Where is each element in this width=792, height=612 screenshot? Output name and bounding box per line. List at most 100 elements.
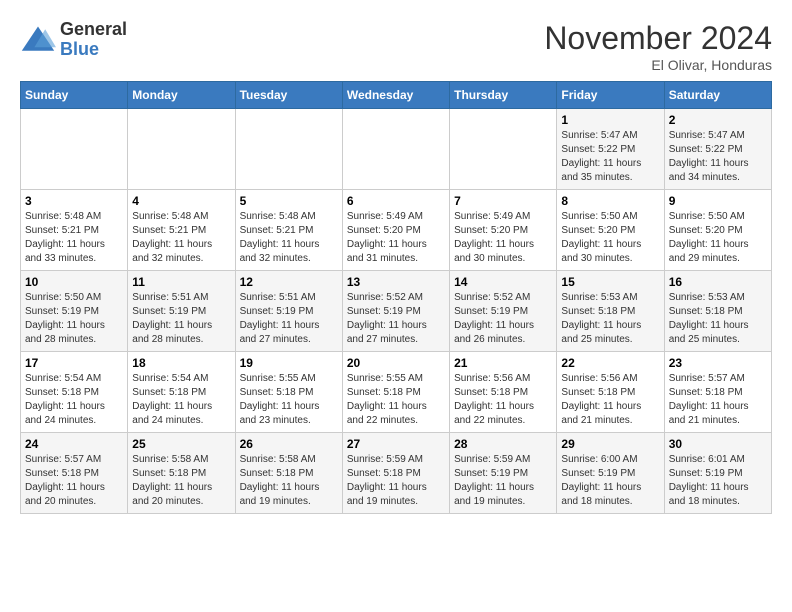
day-info: Sunrise: 5:50 AM Sunset: 5:19 PM Dayligh…: [25, 291, 123, 347]
day-number: 21: [454, 356, 552, 370]
day-info: Sunrise: 6:00 AM Sunset: 5:19 PM Dayligh…: [561, 453, 659, 509]
calendar-week-5: 24 Sunrise: 5:57 AM Sunset: 5:18 PM Dayli…: [21, 433, 772, 514]
day-info: Sunrise: 5:53 AM Sunset: 5:18 PM Dayligh…: [669, 291, 767, 347]
calendar-body: 1 Sunrise: 5:47 AM Sunset: 5:22 PM Daylig…: [21, 109, 772, 514]
calendar-cell: 11Sunrise: 5:51 AM Sunset: 5:19 PM Dayli…: [128, 271, 235, 352]
calendar-cell: [235, 109, 342, 190]
calendar-cell: 4 Sunrise: 5:48 AM Sunset: 5:21 PM Daylig…: [128, 190, 235, 271]
day-number: 24: [25, 437, 123, 451]
day-number: 12: [240, 275, 338, 289]
calendar-cell: 23 Sunrise: 5:57 AM Sunset: 5:18 PM Dayli…: [664, 352, 771, 433]
weekday-header-tuesday: Tuesday: [235, 82, 342, 109]
day-info: Sunrise: 5:50 AM Sunset: 5:20 PM Dayligh…: [669, 210, 767, 266]
day-number: 16: [669, 275, 767, 289]
month-title: November 2024: [544, 20, 772, 57]
day-info: Sunrise: 5:51 AM Sunset: 5:19 PM Dayligh…: [132, 291, 230, 347]
weekday-header-saturday: Saturday: [664, 82, 771, 109]
day-number: 10: [25, 275, 123, 289]
calendar-cell: 24 Sunrise: 5:57 AM Sunset: 5:18 PM Dayli…: [21, 433, 128, 514]
day-number: 17: [25, 356, 123, 370]
page-header: General Blue November 2024 El Olivar, Ho…: [20, 20, 772, 73]
day-number: 19: [240, 356, 338, 370]
day-info: Sunrise: 5:47 AM Sunset: 5:22 PM Dayligh…: [669, 129, 767, 185]
title-block: November 2024 El Olivar, Honduras: [544, 20, 772, 73]
calendar-cell: 26Sunrise: 5:58 AM Sunset: 5:18 PM Dayli…: [235, 433, 342, 514]
day-info: Sunrise: 5:57 AM Sunset: 5:18 PM Dayligh…: [669, 372, 767, 428]
day-number: 8: [561, 194, 659, 208]
day-info: Sunrise: 5:49 AM Sunset: 5:20 PM Dayligh…: [347, 210, 445, 266]
logo: General Blue: [20, 20, 127, 60]
calendar-cell: 27 Sunrise: 5:59 AM Sunset: 5:18 PM Dayli…: [342, 433, 449, 514]
location-subtitle: El Olivar, Honduras: [544, 57, 772, 73]
calendar-cell: 1 Sunrise: 5:47 AM Sunset: 5:22 PM Daylig…: [557, 109, 664, 190]
calendar-cell: 9 Sunrise: 5:50 AM Sunset: 5:20 PM Daylig…: [664, 190, 771, 271]
calendar-cell: 15 Sunrise: 5:53 AM Sunset: 5:18 PM Dayli…: [557, 271, 664, 352]
day-number: 4: [132, 194, 230, 208]
day-number: 7: [454, 194, 552, 208]
calendar-week-3: 10 Sunrise: 5:50 AM Sunset: 5:19 PM Dayli…: [21, 271, 772, 352]
calendar-cell: 10 Sunrise: 5:50 AM Sunset: 5:19 PM Dayli…: [21, 271, 128, 352]
day-number: 28: [454, 437, 552, 451]
day-info: Sunrise: 5:53 AM Sunset: 5:18 PM Dayligh…: [561, 291, 659, 347]
day-info: Sunrise: 5:54 AM Sunset: 5:18 PM Dayligh…: [132, 372, 230, 428]
day-number: 22: [561, 356, 659, 370]
logo-icon: [20, 22, 56, 58]
day-info: Sunrise: 5:55 AM Sunset: 5:18 PM Dayligh…: [240, 372, 338, 428]
calendar-cell: 25 Sunrise: 5:58 AM Sunset: 5:18 PM Dayli…: [128, 433, 235, 514]
calendar-week-4: 17 Sunrise: 5:54 AM Sunset: 5:18 PM Dayli…: [21, 352, 772, 433]
day-number: 15: [561, 275, 659, 289]
logo-general: General: [60, 20, 127, 40]
weekday-header-sunday: Sunday: [21, 82, 128, 109]
weekday-header-thursday: Thursday: [450, 82, 557, 109]
calendar-cell: 28Sunrise: 5:59 AM Sunset: 5:19 PM Dayli…: [450, 433, 557, 514]
day-number: 1: [561, 113, 659, 127]
day-number: 26: [240, 437, 338, 451]
weekday-header-wednesday: Wednesday: [342, 82, 449, 109]
calendar-cell: 8 Sunrise: 5:50 AM Sunset: 5:20 PM Daylig…: [557, 190, 664, 271]
calendar-cell: 22Sunrise: 5:56 AM Sunset: 5:18 PM Dayli…: [557, 352, 664, 433]
day-number: 25: [132, 437, 230, 451]
day-info: Sunrise: 5:57 AM Sunset: 5:18 PM Dayligh…: [25, 453, 123, 509]
calendar-cell: 16 Sunrise: 5:53 AM Sunset: 5:18 PM Dayli…: [664, 271, 771, 352]
calendar-cell: 21Sunrise: 5:56 AM Sunset: 5:18 PM Dayli…: [450, 352, 557, 433]
calendar-cell: [21, 109, 128, 190]
calendar-cell: 2 Sunrise: 5:47 AM Sunset: 5:22 PM Daylig…: [664, 109, 771, 190]
weekday-header-friday: Friday: [557, 82, 664, 109]
weekday-header-row: SundayMondayTuesdayWednesdayThursdayFrid…: [21, 82, 772, 109]
day-number: 30: [669, 437, 767, 451]
day-number: 14: [454, 275, 552, 289]
day-number: 9: [669, 194, 767, 208]
calendar-cell: 12 Sunrise: 5:51 AM Sunset: 5:19 PM Dayli…: [235, 271, 342, 352]
logo-text: General Blue: [60, 20, 127, 60]
calendar-cell: 30Sunrise: 6:01 AM Sunset: 5:19 PM Dayli…: [664, 433, 771, 514]
calendar-week-2: 3Sunrise: 5:48 AM Sunset: 5:21 PM Daylig…: [21, 190, 772, 271]
calendar-cell: 7 Sunrise: 5:49 AM Sunset: 5:20 PM Daylig…: [450, 190, 557, 271]
calendar-cell: [450, 109, 557, 190]
day-number: 23: [669, 356, 767, 370]
day-info: Sunrise: 5:52 AM Sunset: 5:19 PM Dayligh…: [454, 291, 552, 347]
day-number: 2: [669, 113, 767, 127]
day-info: Sunrise: 5:48 AM Sunset: 5:21 PM Dayligh…: [240, 210, 338, 266]
calendar-cell: 6 Sunrise: 5:49 AM Sunset: 5:20 PM Daylig…: [342, 190, 449, 271]
day-info: Sunrise: 5:51 AM Sunset: 5:19 PM Dayligh…: [240, 291, 338, 347]
day-info: Sunrise: 5:50 AM Sunset: 5:20 PM Dayligh…: [561, 210, 659, 266]
calendar-header: SundayMondayTuesdayWednesdayThursdayFrid…: [21, 82, 772, 109]
calendar-cell: 17Sunrise: 5:54 AM Sunset: 5:18 PM Dayli…: [21, 352, 128, 433]
day-number: 6: [347, 194, 445, 208]
day-info: Sunrise: 5:58 AM Sunset: 5:18 PM Dayligh…: [132, 453, 230, 509]
calendar-cell: 14 Sunrise: 5:52 AM Sunset: 5:19 PM Dayli…: [450, 271, 557, 352]
day-info: Sunrise: 5:55 AM Sunset: 5:18 PM Dayligh…: [347, 372, 445, 428]
day-info: Sunrise: 5:59 AM Sunset: 5:18 PM Dayligh…: [347, 453, 445, 509]
logo-blue: Blue: [60, 40, 127, 60]
calendar-cell: 19 Sunrise: 5:55 AM Sunset: 5:18 PM Dayli…: [235, 352, 342, 433]
calendar-cell: 5 Sunrise: 5:48 AM Sunset: 5:21 PM Daylig…: [235, 190, 342, 271]
day-number: 20: [347, 356, 445, 370]
day-info: Sunrise: 5:48 AM Sunset: 5:21 PM Dayligh…: [132, 210, 230, 266]
day-number: 27: [347, 437, 445, 451]
calendar-cell: 13Sunrise: 5:52 AM Sunset: 5:19 PM Dayli…: [342, 271, 449, 352]
day-info: Sunrise: 5:47 AM Sunset: 5:22 PM Dayligh…: [561, 129, 659, 185]
day-number: 5: [240, 194, 338, 208]
day-info: Sunrise: 5:49 AM Sunset: 5:20 PM Dayligh…: [454, 210, 552, 266]
day-info: Sunrise: 5:52 AM Sunset: 5:19 PM Dayligh…: [347, 291, 445, 347]
calendar-week-1: 1 Sunrise: 5:47 AM Sunset: 5:22 PM Daylig…: [21, 109, 772, 190]
